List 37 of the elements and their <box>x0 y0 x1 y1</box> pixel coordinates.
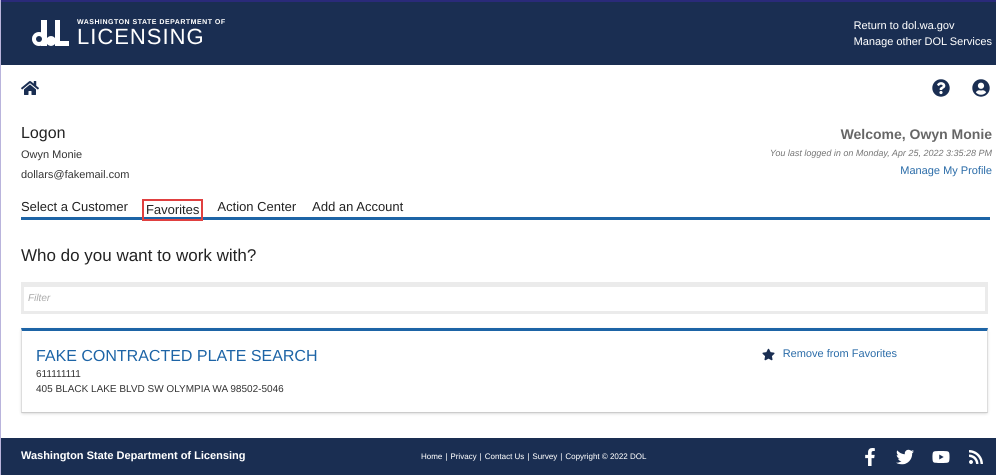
footer-link[interactable]: Contact Us <box>484 450 524 462</box>
footer-link[interactable]: Survey <box>532 450 558 462</box>
user-email: dollars@fakemail.com <box>21 168 130 183</box>
rss-icon[interactable] <box>968 448 984 464</box>
page-title: Logon <box>21 124 66 144</box>
customer-id: 611111111 <box>36 368 82 382</box>
customer-name-link[interactable]: FAKE CONTRACTED PLATE SEARCH <box>36 346 318 366</box>
user-name: Owyn Monie <box>21 148 84 163</box>
star-icon <box>762 348 775 360</box>
tab[interactable]: Favorites <box>142 199 204 221</box>
logo-title: LICENSING <box>77 26 206 48</box>
header-link[interactable]: Return to dol.wa.gov <box>854 18 954 34</box>
tab[interactable]: Action Center <box>217 197 296 217</box>
section-heading: Who do you want to work with? <box>21 245 258 267</box>
welcome-text: Welcome, Owyn Monie <box>840 125 992 144</box>
filter-field[interactable]: Filter <box>21 282 988 314</box>
header-link[interactable]: Manage other DOL Services <box>854 34 992 50</box>
remove-favorite-link[interactable]: Remove from Favorites <box>782 346 897 360</box>
tab[interactable]: Add an Account <box>312 197 404 217</box>
facebook-icon[interactable] <box>862 448 878 466</box>
logo-mark-icon <box>31 20 71 48</box>
last-login-text: You last logged in on Monday, Apr 25, 2022 3:35:28 PM <box>770 147 992 160</box>
footer-link[interactable]: Home <box>421 450 442 462</box>
footer-separator: | <box>480 450 482 462</box>
tab[interactable]: Select a Customer <box>21 197 128 217</box>
user-icon[interactable] <box>972 79 990 97</box>
home-icon[interactable] <box>21 79 39 97</box>
copyright-text: Copyright © 2022 DOL <box>565 450 646 462</box>
footer-separator: | <box>445 450 448 462</box>
manage-profile-link[interactable]: Manage My Profile <box>900 161 992 181</box>
twitter-icon[interactable] <box>896 448 914 466</box>
help-icon[interactable] <box>932 79 950 97</box>
footer-link[interactable]: Privacy <box>450 450 477 462</box>
footer-separator: | <box>527 450 530 462</box>
footer-separator: | <box>560 450 562 462</box>
footer-title: Washington State Department of Licensing <box>21 449 246 464</box>
customer-address: 405 BLACK LAKE BLVD SW OLYMPIA WA 98502-5046 <box>36 382 285 396</box>
